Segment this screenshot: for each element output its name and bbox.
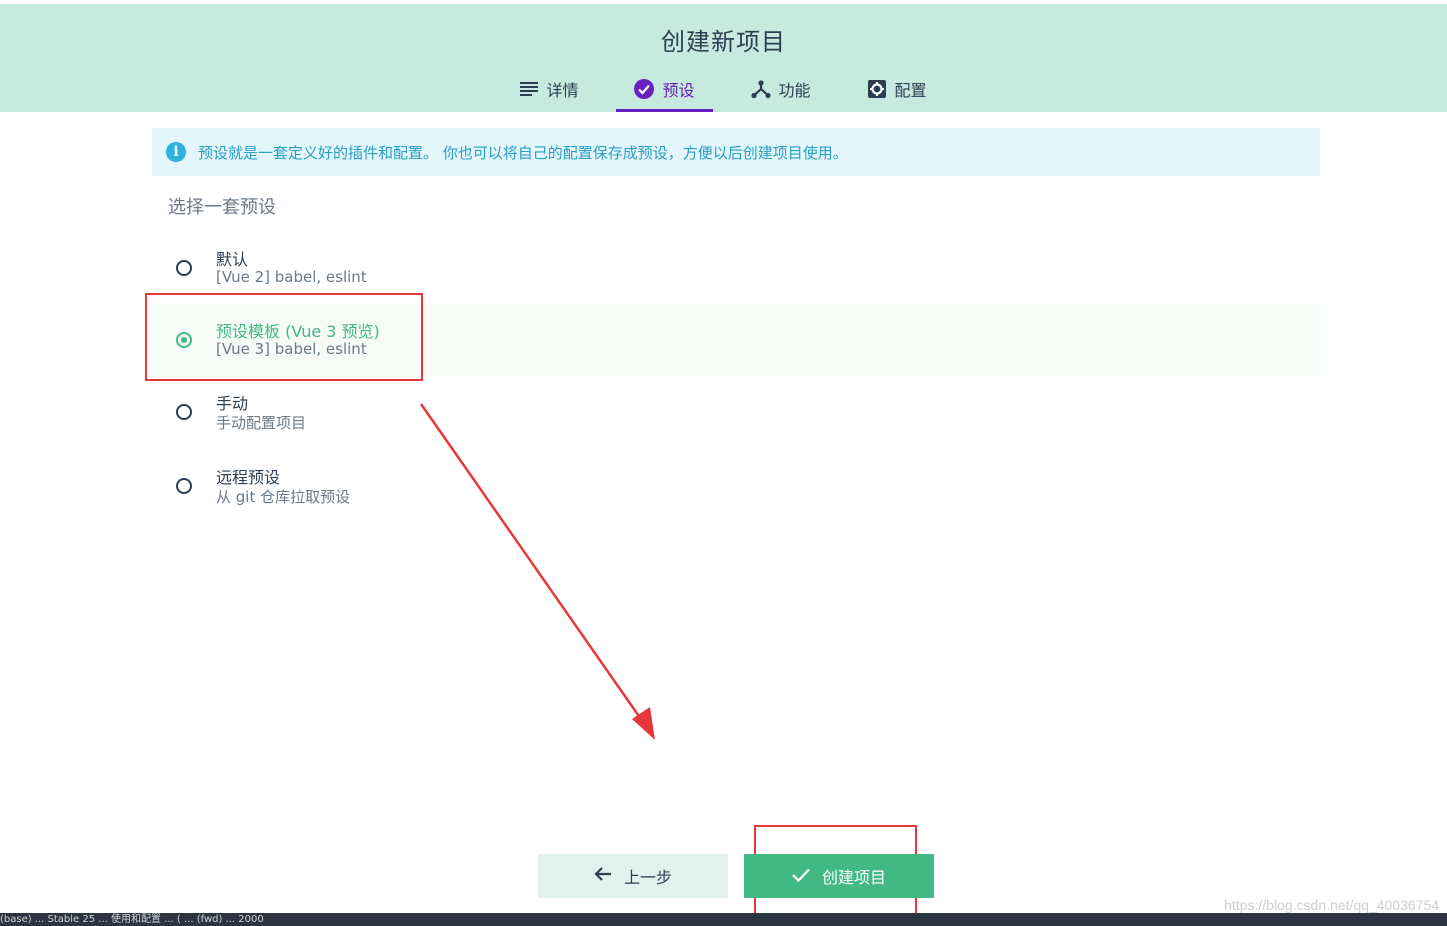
- arrow-head: [632, 707, 655, 740]
- fork-icon: [750, 79, 771, 99]
- check-circle-icon: [634, 78, 655, 99]
- radio-button[interactable]: [176, 478, 192, 494]
- radio-button[interactable]: [176, 260, 192, 276]
- tab-details[interactable]: 详情: [502, 68, 596, 112]
- preset-description: 手动配置项目: [216, 414, 307, 432]
- preset-description: 从 git 仓库拉取预设: [216, 488, 351, 506]
- tab-label: 详情: [546, 80, 579, 100]
- preset-name: 预设模板 (Vue 3 预览): [216, 322, 380, 341]
- preset-name: 默认: [216, 250, 249, 269]
- info-icon: i: [166, 142, 186, 162]
- tab-label: 配置: [894, 80, 927, 100]
- status-bar: (base) ... Stable 25 ... 使用和配置 ... ( ...…: [0, 913, 1447, 926]
- preset-option-template[interactable]: 预设模板 (Vue 3 预览) [Vue 3] babel, eslint: [152, 304, 1320, 376]
- preset-section-title: 选择一套预设: [168, 197, 276, 218]
- preset-option-default[interactable]: 默认 [Vue 2] babel, eslint: [152, 232, 1320, 304]
- tab-presets[interactable]: 预设: [616, 68, 713, 112]
- preset-description: [Vue 2] babel, eslint: [216, 268, 367, 286]
- check-icon: [792, 867, 810, 886]
- watermark: https://blog.csdn.net/qq_40036754: [1224, 897, 1439, 913]
- create-project-button[interactable]: 创建项目: [744, 854, 934, 898]
- create-button-label: 创建项目: [821, 868, 886, 887]
- preset-option-remote[interactable]: 远程预设 从 git 仓库拉取预设: [152, 450, 1320, 522]
- list-icon: [520, 81, 539, 96]
- tab-label: 预设: [662, 80, 695, 100]
- radio-button[interactable]: [176, 332, 192, 348]
- tab-features[interactable]: 功能: [733, 68, 829, 112]
- preset-name: 远程预设: [216, 468, 281, 487]
- preset-option-manual[interactable]: 手动 手动配置项目: [152, 376, 1320, 448]
- preset-name: 手动: [216, 394, 249, 413]
- back-button-label: 上一步: [623, 868, 672, 887]
- tab-label: 功能: [778, 80, 811, 100]
- gear-icon: [867, 79, 887, 99]
- page-title: 创建新项目: [661, 28, 786, 56]
- back-button[interactable]: 上一步: [538, 854, 728, 898]
- info-text: 预设就是一套定义好的插件和配置。 你也可以将自己的配置保存成预设，方便以后创建项…: [198, 143, 848, 162]
- header-bar: 创建新项目 详情 预设 功能 配置: [0, 4, 1447, 112]
- radio-button[interactable]: [176, 404, 192, 420]
- info-banner: i 预设就是一套定义好的插件和配置。 你也可以将自己的配置保存成预设，方便以后创…: [152, 128, 1320, 176]
- arrow-left-icon: [594, 866, 612, 886]
- tab-config[interactable]: 配置: [849, 68, 945, 112]
- step-tabs: 详情 预设 功能 配置: [0, 68, 1447, 112]
- preset-description: [Vue 3] babel, eslint: [216, 340, 367, 358]
- status-bar-text: (base) ... Stable 25 ... 使用和配置 ... ( ...…: [0, 914, 264, 925]
